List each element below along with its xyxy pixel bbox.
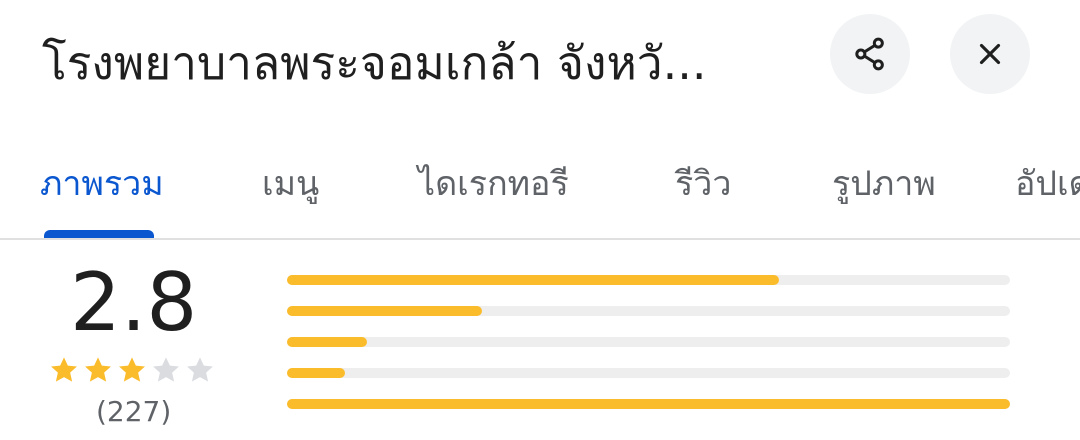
- tab-reviews[interactable]: รีวิว: [675, 156, 731, 210]
- rating-bar-2-star: [287, 368, 1010, 378]
- share-button[interactable]: [830, 14, 910, 94]
- rating-stars: [48, 354, 216, 386]
- place-title: โรงพยาบาลพระจอมเกล้า จังหวั...: [42, 36, 707, 90]
- star-empty-icon: [153, 357, 179, 382]
- star-filled-icon: [51, 357, 77, 382]
- tab-bar: ภาพรวม เมนู ไดเรกทอรี รีวิว รูปภาพ อัปเด: [0, 140, 1080, 240]
- star-filled-icon: [119, 357, 145, 382]
- tab-directory[interactable]: ไดเรกทอรี: [418, 156, 569, 210]
- rating-bar-fill: [287, 306, 483, 316]
- tab-updates[interactable]: อัปเด: [1015, 156, 1080, 210]
- rating-bar-5-star: [287, 275, 1010, 285]
- rating-score: 2.8: [70, 256, 198, 349]
- share-icon: [855, 37, 884, 71]
- tab-menu[interactable]: เมนู: [262, 156, 319, 210]
- rating-distribution: [287, 275, 1010, 430]
- rating-bar-3-star: [287, 337, 1010, 347]
- rating-bar-fill: [287, 368, 345, 378]
- rating-bar-4-star: [287, 306, 1010, 316]
- star-filled-icon: [85, 357, 111, 382]
- rating-bar-fill: [287, 399, 1010, 409]
- rating-bar-fill: [287, 275, 779, 285]
- close-icon: [979, 43, 1001, 65]
- tab-overview[interactable]: ภาพรวม: [40, 156, 164, 210]
- rating-bar-fill: [287, 337, 367, 347]
- star-empty-icon: [187, 357, 213, 382]
- rating-bar-1-star: [287, 399, 1010, 409]
- review-count[interactable]: (227): [96, 395, 171, 428]
- tab-photos[interactable]: รูปภาพ: [832, 156, 936, 210]
- close-button[interactable]: [950, 14, 1030, 94]
- place-header: โรงพยาบาลพระจอมเกล้า จังหวั...: [0, 0, 1080, 120]
- tab-divider: [0, 238, 1080, 240]
